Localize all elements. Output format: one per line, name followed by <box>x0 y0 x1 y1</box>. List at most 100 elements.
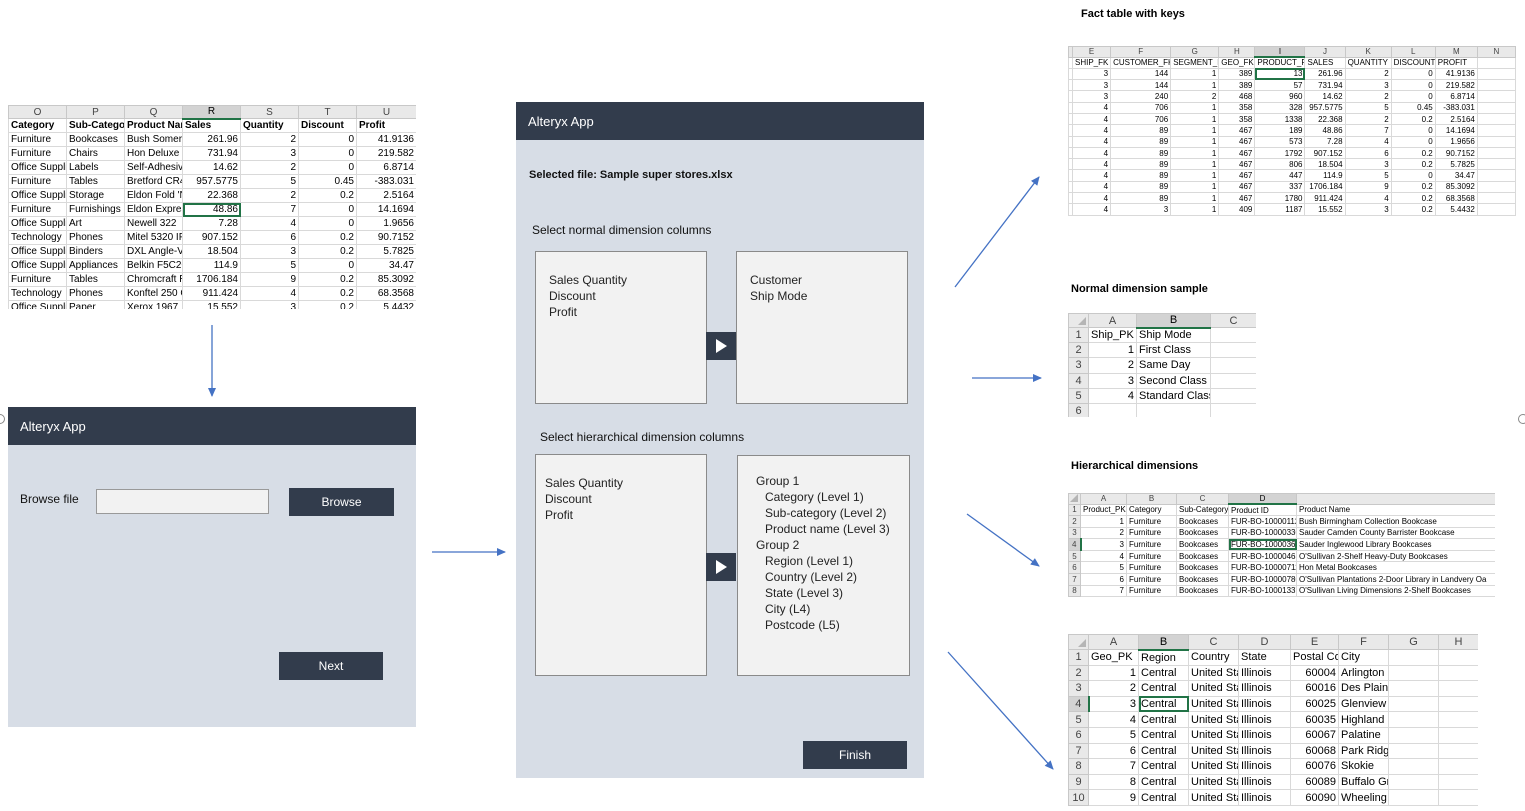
table-row: 1 Product_PK Category Sub-Category Product I… <box>1068 503 1495 517</box>
cell: 806 <box>1254 158 1306 171</box>
table-row: 8 7 Furniture Bookcases FUR-BO-10001337 O'Sul… <box>1068 584 1495 598</box>
finish-button[interactable]: Finish <box>803 741 907 769</box>
row-number: 4 <box>1068 695 1090 713</box>
cell: 144 <box>1110 79 1172 92</box>
list-item[interactable]: Customer <box>750 272 907 288</box>
cell: Tables <box>66 272 125 287</box>
cell: 1792 <box>1254 146 1306 160</box>
cell <box>1476 146 1516 160</box>
cell: Central <box>1138 742 1189 760</box>
cell: FUR-BO-10000468 <box>1228 549 1297 563</box>
table-row: Office SuppliLabelsSelf-Adhesive14.62206… <box>8 160 416 175</box>
list-item[interactable]: Sales Quantity <box>545 475 706 491</box>
hier-selected-list[interactable]: Group 1 Category (Level 1) Sub-category (L… <box>737 455 910 676</box>
cell: -383.031 <box>1434 101 1478 114</box>
hier-available-list[interactable]: Sales Quantity Discount Profit <box>535 454 707 676</box>
hier-move-right-button[interactable] <box>706 553 736 581</box>
list-item[interactable]: Sub-category (Level 2) <box>756 505 909 521</box>
cell: FUR-BO-10000330 <box>1228 526 1297 540</box>
cell: -383.031 <box>356 174 416 189</box>
table-row: 4 3 Furniture Bookcases FUR-BO-10000362 Saude… <box>1068 538 1495 551</box>
table-row: Office Suppli Binders DXL Angle-Vi 18.504 3 0… <box>8 244 416 259</box>
column-letter: A <box>1080 493 1127 505</box>
cell: Furniture <box>8 272 67 287</box>
list-item[interactable]: Group 2 <box>756 537 909 553</box>
list-item[interactable]: Category (Level 1) <box>756 489 909 505</box>
cell: 1 <box>1170 67 1220 81</box>
corner-cell <box>1068 634 1089 650</box>
list-item[interactable]: Profit <box>545 507 706 523</box>
cell: Furniture <box>1126 584 1177 598</box>
cell: Technology <box>8 230 67 245</box>
list-item[interactable]: Country (Level 2) <box>756 569 909 585</box>
list-item[interactable]: Product name (Level 3) <box>756 521 909 537</box>
cell: 2 <box>1170 90 1220 103</box>
browse-button[interactable]: Browse <box>289 488 394 516</box>
file-path-input[interactable] <box>96 489 269 514</box>
normal-available-list[interactable]: Sales Quantity Discount Profit <box>535 251 707 404</box>
list-item[interactable]: Discount <box>545 491 706 507</box>
selected-file-label: Selected file: Sample super stores.xlsx <box>529 169 733 181</box>
list-item[interactable]: Ship Mode <box>750 288 907 304</box>
cell: 2 <box>1080 526 1127 540</box>
normal-selected-list[interactable]: Customer Ship Mode <box>736 251 908 404</box>
cell: 731.94 <box>1304 79 1346 92</box>
list-item[interactable]: Profit <box>549 304 706 320</box>
column-header: GEO_FK <box>1218 56 1256 69</box>
cell: 34.47 <box>1434 169 1478 182</box>
list-item[interactable]: Postcode (L5) <box>756 617 909 633</box>
cell: 14.1694 <box>356 202 416 217</box>
column-letter: S <box>240 105 299 119</box>
cell: 60089 <box>1290 773 1339 791</box>
cell: 0 <box>1390 169 1436 182</box>
column-letter: B <box>1136 313 1211 329</box>
table-row: 4 89 1 467 806 18.504 3 0.2 5.7825 <box>1068 158 1516 171</box>
cell: Paper <box>66 300 125 309</box>
cell: 1 <box>1170 135 1220 148</box>
row-number: 3 <box>1068 526 1081 540</box>
cell <box>1088 402 1137 417</box>
cell: Illinois <box>1238 773 1291 791</box>
column-letter: H <box>1438 634 1478 650</box>
cell: 4 <box>1071 135 1112 148</box>
cell: 358 <box>1218 101 1256 114</box>
cell: DXL Angle-Vi <box>124 244 183 259</box>
column-header: City <box>1338 649 1389 666</box>
cell: Phones <box>66 230 125 245</box>
next-button[interactable]: Next <box>279 652 383 680</box>
cell <box>1210 402 1256 417</box>
list-item[interactable]: Discount <box>549 288 706 304</box>
cell: 240 <box>1110 90 1172 103</box>
row-number: 7 <box>1068 742 1089 760</box>
cell: 3 <box>1071 90 1112 103</box>
cell <box>1388 695 1439 713</box>
cell: 1 <box>1170 146 1220 160</box>
cell: 6 <box>1080 573 1127 586</box>
list-item[interactable]: Sales Quantity <box>549 272 706 288</box>
row-number: 4 <box>1068 538 1082 551</box>
cell <box>1476 158 1516 171</box>
cell: Central <box>1138 664 1189 682</box>
list-item[interactable]: City (L4) <box>756 601 909 617</box>
cell: 18.504 <box>1304 158 1346 171</box>
cell: 467 <box>1218 124 1256 137</box>
cell: 48.86 <box>1304 124 1346 137</box>
normal-move-right-button[interactable] <box>706 332 736 360</box>
list-item[interactable]: State (Level 3) <box>756 585 909 601</box>
cell: 189 <box>1254 124 1306 137</box>
cell: 114.9 <box>182 258 241 273</box>
cell: Furniture <box>1126 515 1177 528</box>
cell: 447 <box>1254 169 1306 182</box>
source-sheet: O P Q R S T U Category Sub-Categor Product Nan Sal… <box>8 105 416 309</box>
cell: Office Suppli <box>8 244 67 259</box>
cell: Eldon Fold 'N <box>124 188 183 203</box>
cell: 1 <box>1170 203 1220 216</box>
cell: Bush Somers <box>124 132 183 147</box>
cell: 0.2 <box>1390 180 1436 194</box>
list-item[interactable]: Group 1 <box>756 473 909 489</box>
cell: 1 <box>1080 515 1127 528</box>
cell: 4 <box>1088 387 1137 404</box>
table-row: 3 144 1 389 13 261.96 2 0 41.9136 <box>1068 67 1516 81</box>
column-header: PROFIT <box>1434 56 1478 69</box>
list-item[interactable]: Region (Level 1) <box>756 553 909 569</box>
